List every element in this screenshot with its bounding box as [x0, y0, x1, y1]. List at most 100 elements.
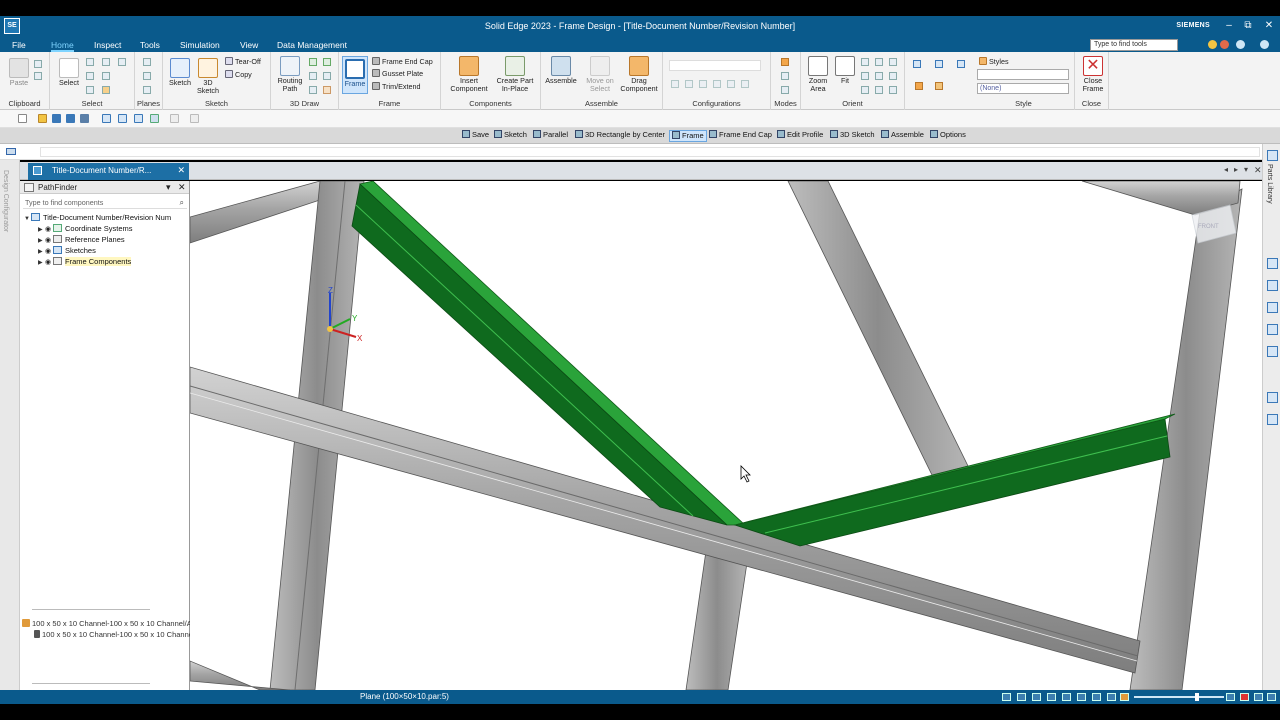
collapse-icon[interactable]: ▼: [24, 216, 31, 222]
select-all-icon[interactable]: [86, 72, 94, 80]
zoom-area-button[interactable]: Zoom Area: [804, 56, 832, 93]
cmd-3d-sketch[interactable]: 3D Sketch: [830, 130, 875, 142]
select-area-icon[interactable]: [102, 72, 110, 80]
tree-item-sketches[interactable]: ▶ ◉ Sketches: [38, 246, 96, 256]
restore-button[interactable]: ⧉: [1241, 20, 1255, 31]
view-icon-3[interactable]: [889, 72, 897, 80]
pathfinder-bottom-splitter[interactable]: [32, 683, 150, 684]
new-icon[interactable]: [18, 114, 27, 123]
visibility-icon[interactable]: ◉: [45, 236, 53, 244]
shading-icon-3[interactable]: [957, 60, 965, 68]
search-icon[interactable]: ⌕: [180, 198, 184, 208]
pathfinder-splitter[interactable]: [32, 609, 150, 610]
cut-icon[interactable]: [34, 60, 42, 68]
tree-item-coordinate-systems[interactable]: ▶ ◉ Coordinate Systems: [38, 224, 133, 234]
menu-data-management[interactable]: Data Management: [277, 40, 347, 50]
pathfinder-close-icon[interactable]: ✕: [178, 182, 186, 193]
plane-icon[interactable]: [143, 58, 151, 66]
close-frame-button[interactable]: ✕ Close Frame: [1079, 56, 1107, 93]
side-tool-icon-1[interactable]: [1267, 258, 1278, 269]
frame-button[interactable]: Frame: [342, 56, 368, 94]
status-icon-7[interactable]: [1092, 693, 1101, 701]
capture-icon[interactable]: [134, 114, 143, 123]
circle-icon[interactable]: [323, 72, 331, 80]
open-icon[interactable]: [38, 114, 47, 123]
cmd-frame[interactable]: Frame: [669, 130, 707, 142]
zoom-slider-knob[interactable]: [1195, 693, 1199, 701]
tear-off-button[interactable]: Tear-Off: [225, 57, 261, 66]
pathfinder-menu-icon[interactable]: ▾: [166, 182, 171, 193]
diagonal-top-right[interactable]: [787, 181, 969, 476]
fillet-icon[interactable]: [309, 86, 317, 94]
help-icon[interactable]: [1236, 40, 1245, 49]
save-icon[interactable]: [52, 114, 61, 123]
rectangle-icon[interactable]: [309, 72, 317, 80]
shaded-icon[interactable]: [915, 82, 923, 90]
trim-extend-button[interactable]: Trim/Extend: [372, 82, 420, 91]
screen-icon[interactable]: [118, 114, 127, 123]
plane-offset-icon[interactable]: [143, 72, 151, 80]
status-icon-11[interactable]: [1254, 693, 1263, 701]
beam-top-left[interactable]: [190, 181, 336, 244]
fit-button[interactable]: Fit: [833, 56, 857, 85]
ribbon-expand-icon[interactable]: [1260, 40, 1269, 49]
status-icon-8[interactable]: [1107, 693, 1116, 701]
smiley-icon[interactable]: [1208, 40, 1217, 49]
properties-icon[interactable]: [102, 114, 111, 123]
view-icon-1[interactable]: [861, 72, 869, 80]
view-icon-4[interactable]: [861, 86, 869, 94]
cmd-3d-rectangle[interactable]: 3D Rectangle by Center: [575, 130, 665, 142]
hide-icon[interactable]: [86, 86, 94, 94]
cmd-save[interactable]: Save: [462, 130, 489, 142]
parts-library-icon[interactable]: [1267, 150, 1278, 161]
close-document-icon[interactable]: ✕: [1254, 165, 1262, 176]
cmd-edit-profile[interactable]: Edit Profile: [777, 130, 823, 142]
menu-simulation[interactable]: Simulation: [180, 40, 220, 50]
print-icon[interactable]: [80, 114, 89, 123]
assemble-button[interactable]: Assemble: [543, 56, 579, 85]
plane-angle-icon[interactable]: [143, 86, 151, 94]
styles-button[interactable]: Styles: [979, 57, 1009, 66]
move-on-select-button[interactable]: Move on Select: [581, 56, 619, 93]
parts-library-tab[interactable]: Parts Library: [1266, 164, 1273, 204]
find-tools-input[interactable]: Type to find tools: [1090, 39, 1178, 51]
document-tab-close-icon[interactable]: ✕: [177, 165, 185, 176]
style-select-1[interactable]: [977, 69, 1069, 80]
view-icon-6[interactable]: [889, 86, 897, 94]
config-icon-5[interactable]: [727, 80, 735, 88]
list-item[interactable]: 100 x 50 x 10 Channel-100 x 50 x 10 Chan…: [34, 630, 190, 640]
style-select-2[interactable]: (None): [977, 83, 1069, 94]
configuration-select[interactable]: [669, 60, 761, 71]
side-tool-icon-7[interactable]: [1267, 414, 1278, 425]
copy-icon[interactable]: [34, 72, 42, 80]
gusset-plate-button[interactable]: Gusset Plate: [372, 69, 423, 78]
sketch-button[interactable]: Sketch: [167, 58, 193, 87]
routing-path-button[interactable]: Routing Path: [275, 56, 305, 93]
select-mode-icon[interactable]: [118, 58, 126, 66]
select-button[interactable]: Select: [56, 58, 82, 87]
side-tool-icon-2[interactable]: [1267, 280, 1278, 291]
side-tool-icon-3[interactable]: [1267, 302, 1278, 313]
config-icon-3[interactable]: [699, 80, 707, 88]
list-item[interactable]: 100 x 50 x 10 Channel-100 x 50 x 10 Chan…: [22, 619, 190, 629]
status-icon-4[interactable]: [1047, 693, 1056, 701]
status-icon-6[interactable]: [1077, 693, 1086, 701]
visibility-icon[interactable]: ◉: [45, 225, 53, 233]
cmd-assemble[interactable]: Assemble: [881, 130, 924, 142]
drag-component-button[interactable]: Drag Component: [619, 56, 659, 93]
status-icon-3[interactable]: [1032, 693, 1041, 701]
shading-icon-1[interactable]: [913, 60, 921, 68]
tree-item-root[interactable]: ▼ Title-Document Number/Revision Num: [24, 213, 171, 223]
highlight-icon[interactable]: [102, 86, 110, 94]
paste-button[interactable]: Paste: [6, 58, 32, 87]
record-icon[interactable]: [1240, 693, 1249, 701]
frame-end-cap-button[interactable]: Frame End Cap: [372, 57, 433, 66]
insert-component-button[interactable]: Insert Component: [447, 56, 491, 93]
status-icon-1[interactable]: [1002, 693, 1011, 701]
expand-icon[interactable]: ▶: [38, 259, 45, 266]
minimize-button[interactable]: –: [1222, 20, 1236, 31]
repeat-icon[interactable]: [190, 114, 199, 123]
column-bottom-center[interactable]: [685, 550, 749, 690]
mode-icon-3[interactable]: [781, 86, 789, 94]
menu-file[interactable]: File: [12, 40, 26, 50]
